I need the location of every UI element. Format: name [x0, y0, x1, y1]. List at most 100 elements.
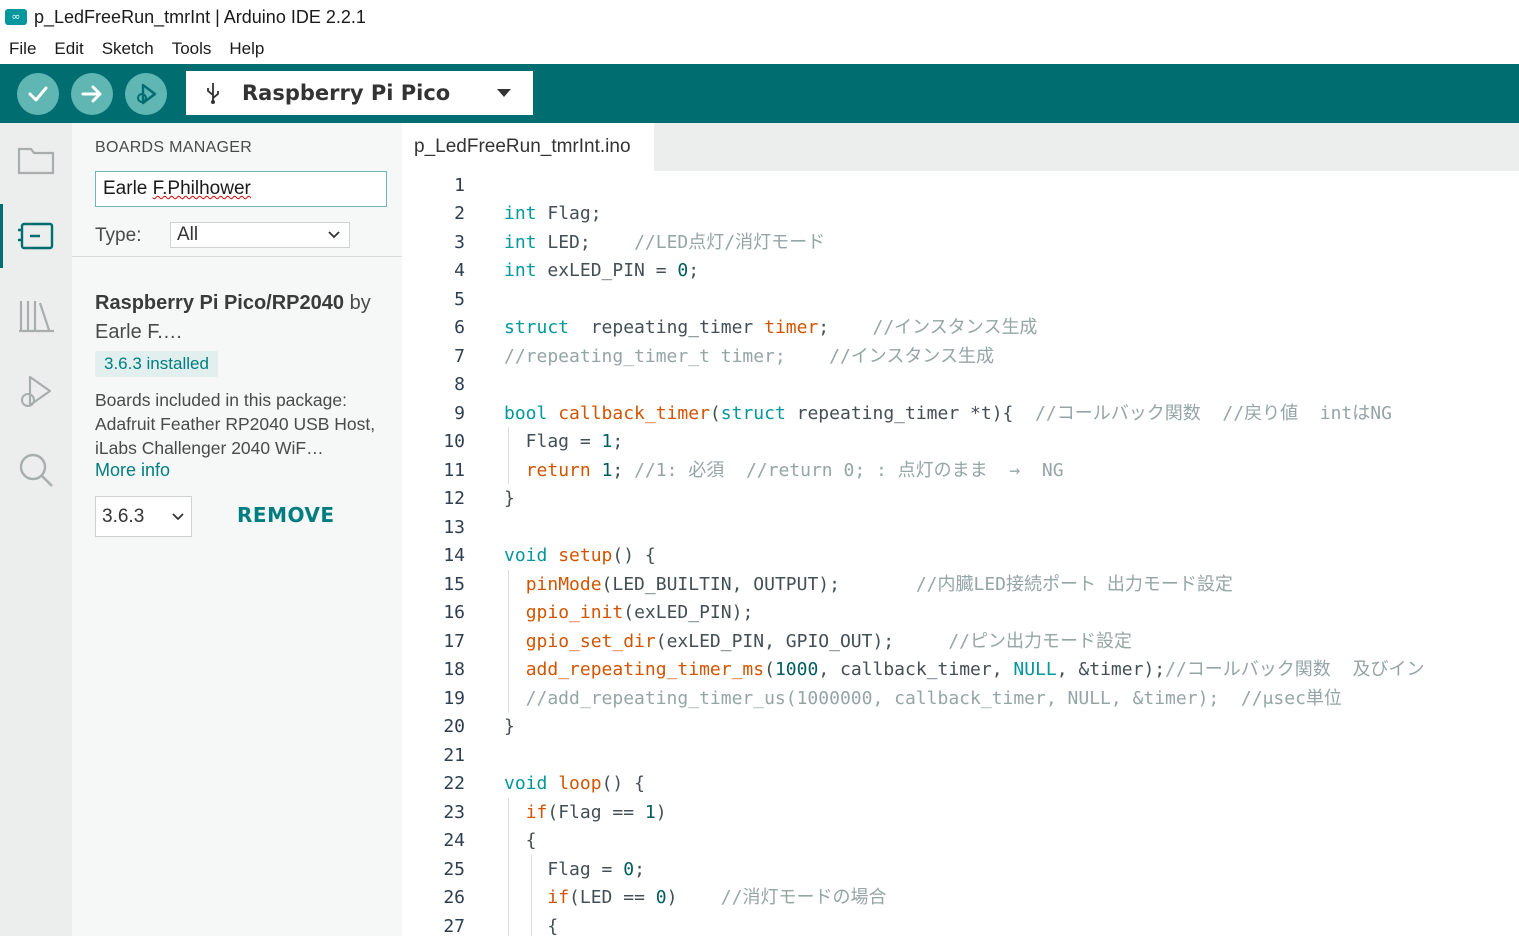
- code-line: 24 {: [402, 827, 1519, 856]
- code-token: bool: [504, 402, 548, 424]
- code-token: 0: [623, 858, 635, 880]
- code-line: 7 //repeating_timer_t timer; //インスタンス生成: [402, 343, 1519, 372]
- version-select[interactable]: 3.6.3: [95, 496, 192, 537]
- editor-tabs: p_LedFreeRun_tmrInt.ino: [402, 123, 1519, 171]
- code-line: 18 add_repeating_timer_ms(1000, callback…: [402, 656, 1519, 685]
- code-token: int: [504, 231, 537, 253]
- code-token: struct: [504, 317, 570, 338]
- code-line: 2 int Flag;: [402, 200, 1519, 229]
- code-text: void loop() {: [504, 770, 645, 799]
- code-line: 3 int LED; //LED点灯/消灯モード: [402, 229, 1519, 258]
- menu-edit[interactable]: Edit: [54, 39, 83, 59]
- code-text: pinMode(LED_BUILTIN, OUTPUT); //内臓LED接続ポ…: [504, 571, 1233, 600]
- search-value-misspelled: F.Philhower: [152, 178, 251, 199]
- line-number: 7: [454, 345, 465, 367]
- code-text: struct repeating_timer timer; //インスタンス生成: [504, 314, 1037, 343]
- code-text: if(Flag == 1): [504, 799, 667, 828]
- installed-badge: 3.6.3 installed: [95, 351, 218, 377]
- line-number: 15: [443, 573, 465, 595]
- line-number: 13: [443, 516, 465, 538]
- line-number: 27: [443, 915, 465, 936]
- remove-button[interactable]: REMOVE: [237, 503, 335, 527]
- library-manager-button[interactable]: [0, 283, 72, 347]
- tab-sketch-file[interactable]: p_LedFreeRun_tmrInt.ino: [402, 123, 654, 171]
- code-token: return: [525, 459, 591, 481]
- line-number: 1: [454, 174, 465, 196]
- code-line: 14 void setup() {: [402, 542, 1519, 571]
- code-token: (exLED_PIN, GPIO_OUT);: [655, 630, 949, 652]
- code-line: 22 void loop() {: [402, 770, 1519, 799]
- code-line: 1: [402, 172, 1519, 201]
- line-number: 3: [454, 231, 465, 253]
- debug-icon: [137, 83, 157, 105]
- code-line: 17 gpio_set_dir(exLED_PIN, GPIO_OUT); //…: [402, 628, 1519, 657]
- code-token: int: [504, 260, 537, 281]
- code-line: 23 if(Flag == 1): [402, 799, 1519, 828]
- code-token: //内臓LED接続ポート 出力モード設定: [915, 573, 1233, 595]
- menu-help[interactable]: Help: [229, 39, 264, 59]
- code-token: ;: [818, 317, 873, 338]
- code-line: 16 gpio_init(exLED_PIN);: [402, 599, 1519, 628]
- line-number: 17: [443, 630, 465, 652]
- menu-tools[interactable]: Tools: [172, 39, 212, 59]
- code-text: void setup() {: [504, 542, 656, 571]
- version-value: 3.6.3: [102, 506, 145, 527]
- code-token: gpio_init: [525, 602, 624, 623]
- code-text: {: [504, 827, 537, 856]
- debug-panel-button[interactable]: [0, 361, 72, 425]
- code-text: gpio_init(exLED_PIN);: [504, 599, 754, 628]
- debug-button[interactable]: [125, 73, 167, 115]
- menu-file[interactable]: File: [9, 39, 36, 59]
- code-token: repeating_timer: [569, 317, 765, 338]
- arduino-logo-icon: ∞: [5, 9, 27, 25]
- board-selector[interactable]: Raspberry Pi Pico: [186, 71, 533, 115]
- code-token: //LED点灯/消灯モード: [634, 231, 826, 253]
- code-text: bool callback_timer(struct repeating_tim…: [504, 400, 1392, 429]
- code-line: 10 Flag = 1;: [402, 428, 1519, 457]
- verify-button[interactable]: [17, 73, 59, 115]
- menu-sketch[interactable]: Sketch: [102, 39, 154, 59]
- search-value-plain: Earle: [103, 178, 153, 199]
- window-title: p_LedFreeRun_tmrInt | Arduino IDE 2.2.1: [34, 6, 366, 27]
- sketchbook-button[interactable]: [0, 127, 72, 191]
- code-token: gpio_set_dir: [525, 630, 656, 652]
- code-line: 4 int exLED_PIN = 0;: [402, 257, 1519, 286]
- line-number: 2: [454, 203, 465, 224]
- code-text: //add_repeating_timer_us(1000000, callba…: [504, 685, 1342, 714]
- code-token: setup: [558, 545, 613, 566]
- code-token: }: [504, 488, 515, 509]
- code-token: ;: [612, 431, 624, 452]
- code-line: 19 //add_repeating_timer_us(1000000, cal…: [402, 685, 1519, 714]
- line-number: 9: [454, 402, 465, 424]
- boards-manager-button[interactable]: [0, 204, 72, 268]
- board-search-input[interactable]: Earle F.Philhower: [95, 171, 387, 207]
- code-text: Flag = 0;: [504, 856, 645, 885]
- type-filter-select[interactable]: All: [170, 222, 350, 248]
- code-token: , callback_timer,: [818, 659, 1014, 680]
- code-token: 1: [601, 431, 613, 452]
- search-button[interactable]: [0, 438, 72, 502]
- menu-bar: File Edit Sketch Tools Help: [0, 34, 1519, 64]
- code-line: 13: [402, 514, 1519, 543]
- upload-button[interactable]: [71, 73, 113, 115]
- code-editor[interactable]: 1 2 int Flag; 3 int LED; //LED点灯/消灯モード 4 int e…: [402, 171, 1519, 936]
- arrow-right-icon: [81, 85, 102, 103]
- line-number: 10: [443, 431, 465, 452]
- code-token: timer: [764, 317, 819, 338]
- code-text: }: [504, 485, 515, 514]
- folder-icon: [17, 147, 55, 175]
- code-token: 1: [644, 801, 656, 823]
- more-info-link[interactable]: More info: [95, 460, 170, 481]
- line-number: 25: [443, 858, 465, 880]
- code-token: {: [504, 830, 537, 851]
- code-token: {: [504, 915, 559, 936]
- code-token: //消灯モードの場合: [720, 887, 887, 908]
- code-token: (exLED_PIN);: [623, 602, 754, 623]
